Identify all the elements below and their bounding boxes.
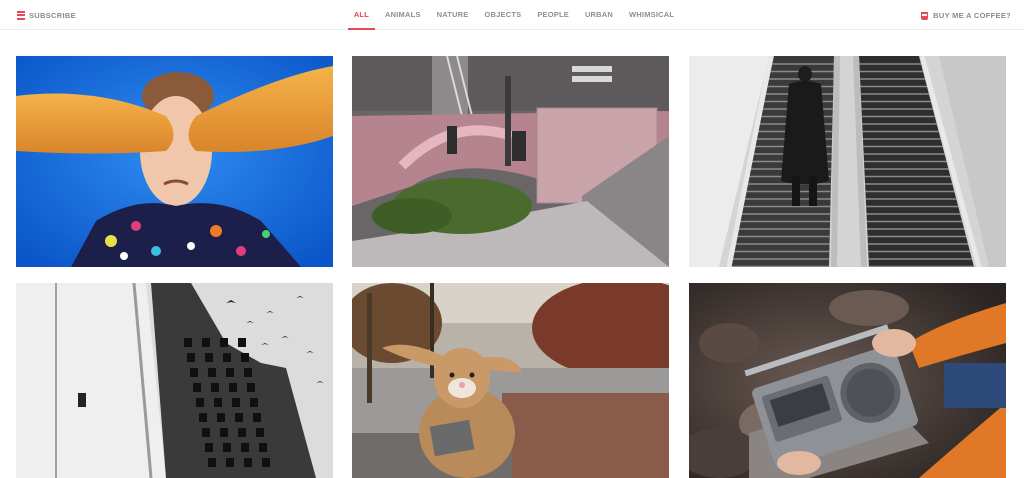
photo-man-with-tubes[interactable] (16, 56, 333, 267)
tab-objects[interactable]: OBJECTS (476, 0, 529, 30)
photo-radio[interactable] (689, 283, 1006, 478)
tab-people[interactable]: PEOPLE (529, 0, 577, 30)
tab-whimsical[interactable]: WHIMSICAL (621, 0, 682, 30)
buy-coffee-link[interactable]: BUY ME A COFFEE? (921, 8, 1011, 22)
tab-animals[interactable]: ANIMALS (377, 0, 429, 30)
subscribe-label: SUBSCRIBE (29, 10, 76, 20)
photo-escalator[interactable] (689, 56, 1006, 267)
photo-street-corner[interactable] (352, 56, 669, 267)
coffee-cup-icon (921, 11, 929, 20)
buy-coffee-label: BUY ME A COFFEE? (933, 10, 1011, 20)
photo-bunny-costume[interactable] (352, 283, 669, 478)
menu-lines-icon (17, 10, 25, 20)
tab-all[interactable]: ALL (346, 0, 377, 30)
tab-urban[interactable]: URBAN (577, 0, 621, 30)
tab-nature[interactable]: NATURE (429, 0, 477, 30)
subscribe-link[interactable]: SUBSCRIBE (17, 8, 76, 22)
photo-building-birds[interactable] (16, 283, 333, 478)
